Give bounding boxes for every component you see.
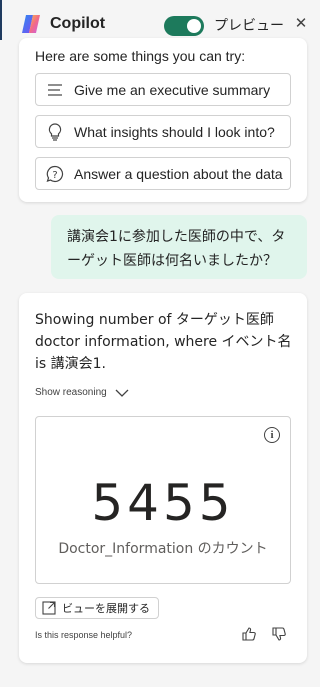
response-card: Showing number of ターゲット医師 doctor informa… [19, 293, 307, 663]
suggestion-label: Answer a question about the data [74, 165, 283, 182]
app-title: Copilot [50, 15, 106, 32]
user-message: 講演会1に参加した医師の中で、ターゲット医師は何名いましたか？ [51, 215, 307, 279]
show-reasoning-label: Show reasoning [35, 387, 107, 398]
kpi-label: Doctor_Information のカウント [58, 541, 268, 557]
kpi-value: 5455 [91, 474, 235, 532]
feedback-prompt: Is this response helpful? [35, 630, 133, 640]
lightbulb-icon [46, 122, 64, 141]
close-icon[interactable]: ✕ [292, 14, 310, 32]
list-lines-icon [46, 81, 64, 99]
expand-icon [42, 601, 56, 615]
suggestions-intro: Here are some things you can try: [35, 48, 246, 64]
expand-view-label: ビューを展開する [62, 602, 150, 615]
suggestions-card: Here are some things you can try: Give m… [19, 38, 307, 202]
suggestion-executive-summary[interactable]: Give me an executive summary [35, 73, 291, 106]
expand-view-button[interactable]: ビューを展開する [35, 597, 159, 619]
chevron-down-icon [115, 389, 129, 397]
svg-text:?: ? [52, 170, 57, 181]
suggestion-label: What insights should I look into? [74, 123, 275, 140]
suggestion-insights[interactable]: What insights should I look into? [35, 115, 291, 148]
show-reasoning-toggle[interactable]: Show reasoning [35, 387, 129, 398]
thumbs-down-icon[interactable] [271, 626, 287, 642]
suggestion-label: Give me an executive summary [74, 81, 271, 98]
preview-label: プレビュー [214, 18, 284, 34]
copilot-logo-icon [20, 13, 42, 35]
preview-toggle[interactable] [164, 16, 204, 36]
kpi-card-visual[interactable]: i 5455 Doctor_Information のカウント [35, 416, 291, 584]
info-icon[interactable]: i [264, 427, 280, 443]
chat-question-icon: ? [46, 165, 64, 183]
toggle-knob [187, 19, 201, 33]
suggestion-answer-question[interactable]: ? Answer a question about the data [35, 157, 291, 190]
response-text: Showing number of ターゲット医師 doctor informa… [35, 312, 292, 372]
thumbs-up-icon[interactable] [241, 626, 257, 642]
